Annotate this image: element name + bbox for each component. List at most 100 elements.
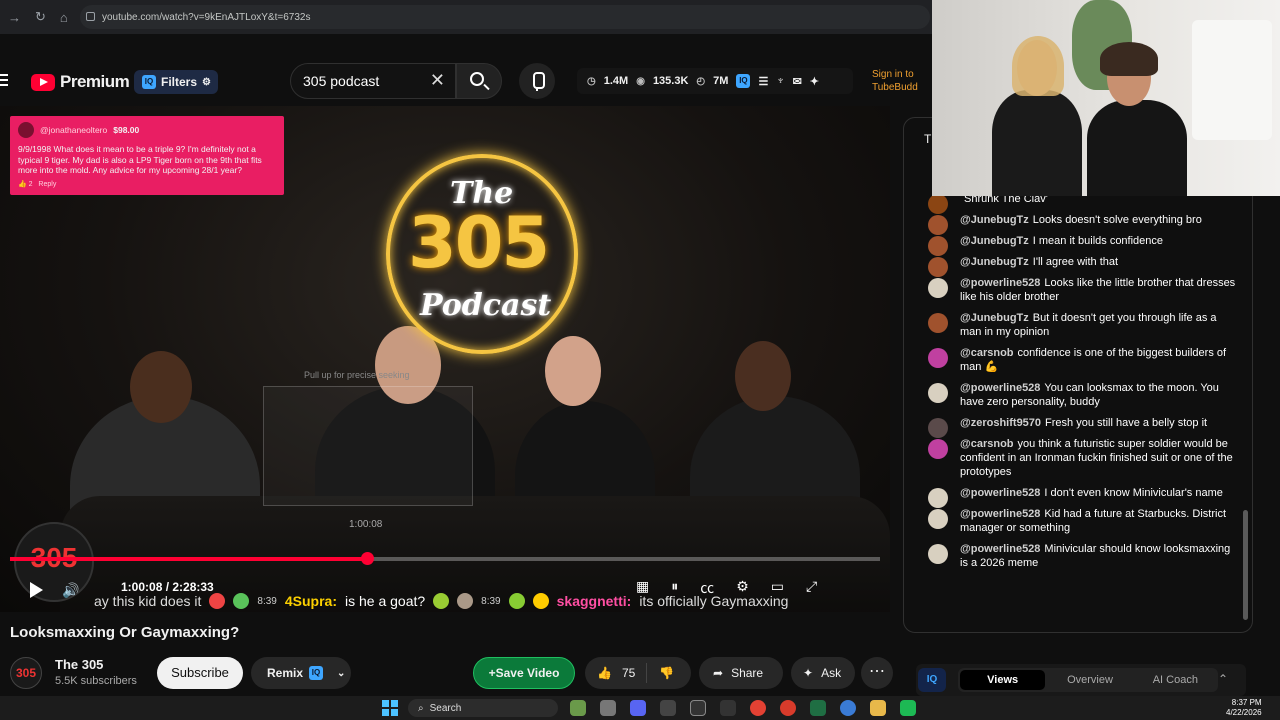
site-info-icon[interactable]	[86, 12, 95, 21]
clear-search-icon[interactable]: ✕	[430, 70, 445, 91]
chat-message: @powerline528 I don't even know Minivicul…	[924, 486, 1239, 508]
tab-ai-coach[interactable]: AI Coach	[1133, 674, 1218, 686]
chat-message: @JunebugTz I'll agree with that	[924, 255, 1239, 277]
tubebuddy-signin[interactable]: Sign in to TubeBudd	[872, 68, 918, 94]
webcam-person-2	[1087, 100, 1187, 196]
chat-author[interactable]: @powerline528	[960, 277, 1040, 289]
chat-avatar[interactable]	[928, 509, 948, 529]
address-bar[interactable]: youtube.com/watch?v=9kEnAJTLoxY&t=6732s	[80, 5, 930, 29]
trophy-icon[interactable]: ♆	[776, 75, 784, 87]
tab-views[interactable]: Views	[960, 670, 1046, 690]
reload-icon[interactable]: ↻	[35, 9, 46, 25]
share-button[interactable]: ➦ Share	[699, 657, 783, 689]
chat-avatar[interactable]	[928, 348, 948, 368]
progress-bar[interactable]	[10, 552, 880, 565]
video-player[interactable]: The 305 Podcast @jonathaneoltero $98.00 …	[0, 106, 890, 612]
chat-author[interactable]: @JunebugTz	[960, 235, 1029, 247]
chat-icon[interactable]: ✉	[793, 75, 802, 88]
url-text: youtube.com/watch?v=9kEnAJTLoxY&t=6732s	[102, 11, 311, 23]
system-clock[interactable]: 8:37 PM 4/22/2026	[1226, 698, 1262, 718]
save-video-button[interactable]: +Save Video	[473, 657, 575, 689]
youtube-play-icon	[31, 73, 55, 91]
taskbar-search[interactable]: ⌕ Search	[408, 699, 558, 717]
chevron-up-icon[interactable]: ⌃	[1218, 672, 1228, 686]
chrome-icon[interactable]	[750, 700, 766, 716]
chat-author[interactable]: @JunebugTz	[960, 312, 1029, 324]
chat-avatar[interactable]	[928, 488, 948, 508]
capcut-icon[interactable]	[660, 700, 676, 716]
discord-icon[interactable]	[630, 700, 646, 716]
chat-message: @JunebugTz Looks doesn't solve everything…	[924, 213, 1239, 235]
task-view-icon[interactable]	[600, 700, 616, 716]
channel-avatar[interactable]: 305	[10, 657, 42, 689]
chat-author[interactable]: @powerline528	[960, 382, 1040, 394]
chat-author[interactable]: @powerline528	[960, 543, 1040, 555]
windows-start-icon[interactable]	[382, 700, 398, 716]
chat-author[interactable]: @carsnob	[960, 347, 1014, 359]
app-icon[interactable]	[720, 700, 736, 716]
sparkle-icon[interactable]: ✦	[810, 75, 819, 88]
remix-button[interactable]: Remix IQ ⌄	[251, 657, 351, 689]
play-icon[interactable]	[30, 582, 43, 598]
chat-avatar[interactable]	[928, 257, 948, 277]
chat-avatar[interactable]	[928, 236, 948, 256]
app-icon-3[interactable]	[900, 700, 916, 716]
app-icon-2[interactable]	[840, 700, 856, 716]
seek-preview-thumbnail	[263, 386, 473, 506]
ticker-msg-3: its officially Gaymaxxing	[639, 593, 789, 609]
filters-button[interactable]: IQ Filters ⚙	[134, 70, 218, 94]
chat-author[interactable]: @zeroshift9570	[960, 417, 1041, 429]
chat-message: @powerline528 Looks like the little broth…	[924, 276, 1239, 304]
chat-author[interactable]: @powerline528	[960, 487, 1040, 499]
chat-avatar[interactable]	[928, 383, 948, 403]
chat-avatar[interactable]	[928, 194, 948, 214]
chat-author[interactable]: @powerline528	[960, 508, 1040, 520]
menu-icon[interactable]	[0, 74, 8, 88]
forward-icon[interactable]: →	[8, 10, 21, 25]
chat-author[interactable]: @JunebugTz	[960, 214, 1029, 226]
youtube-premium-logo[interactable]: Premium	[31, 72, 130, 92]
chat-author[interactable]: @carsnob	[960, 438, 1014, 450]
scrubber-handle[interactable]	[360, 552, 374, 565]
chat-avatar[interactable]	[928, 313, 948, 333]
ask-button[interactable]: ✦ Ask	[791, 657, 855, 689]
chat-scrollbar[interactable]	[1243, 510, 1248, 620]
iq-icon[interactable]: IQ	[918, 668, 946, 692]
chat-avatar[interactable]	[928, 278, 948, 298]
webcam-person-1-hair	[1012, 36, 1064, 96]
chevron-down-icon: ⌄	[337, 667, 346, 679]
iq-icon[interactable]: IQ	[736, 74, 751, 88]
chat-avatar[interactable]	[928, 544, 948, 564]
list-icon[interactable]: ☰	[758, 75, 768, 88]
volume-icon[interactable]: 🔊	[62, 582, 79, 599]
chat-message: @zeroshift9570 Fresh you still have a bel…	[924, 416, 1239, 438]
excel-icon[interactable]	[810, 700, 826, 716]
share-label: Share	[731, 666, 764, 680]
tab-overview[interactable]: Overview	[1047, 674, 1132, 686]
file-explorer-icon[interactable]	[870, 700, 886, 716]
subscribe-button[interactable]: Subscribe	[157, 657, 243, 689]
search-value: 305 podcast	[303, 73, 380, 89]
like-button[interactable]: 👍 75	[585, 663, 647, 683]
openai-icon[interactable]	[690, 700, 706, 716]
chat-avatar[interactable]	[928, 439, 948, 459]
signin-text: Sign in to	[872, 69, 914, 80]
channel-name[interactable]: The 305	[55, 657, 103, 672]
taskbar-search-label: Search	[429, 702, 462, 714]
chat-message: @powerline528 Minivicular should know loo…	[924, 542, 1239, 570]
webcam-overlay: 0	[932, 0, 1280, 196]
emoji-icon	[233, 593, 250, 609]
home-icon[interactable]: ⌂	[60, 10, 68, 25]
chat-avatar[interactable]	[928, 418, 948, 438]
filters-label: Filters	[161, 75, 198, 89]
voice-search-button[interactable]	[519, 63, 555, 99]
widget-icon[interactable]	[570, 700, 586, 716]
chat-avatar[interactable]	[928, 215, 948, 235]
search-button[interactable]	[456, 63, 502, 99]
dislike-button[interactable]: 👎	[647, 666, 674, 680]
chrome-active-icon[interactable]	[780, 700, 796, 716]
more-actions-button[interactable]: ⋯	[861, 657, 893, 689]
chat-author[interactable]: @JunebugTz	[960, 256, 1029, 268]
thumbs-down-icon: 👎	[659, 666, 674, 680]
search-input[interactable]: 305 podcast ✕	[290, 63, 456, 99]
